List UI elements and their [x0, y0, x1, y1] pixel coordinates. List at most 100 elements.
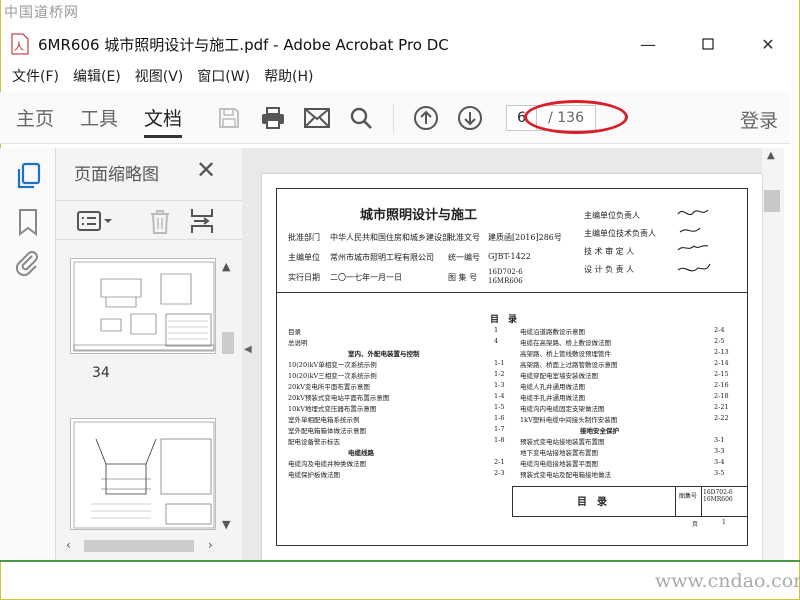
toc-entry-title: 电缆在高架路、桥上敷设做法图 [520, 339, 611, 347]
left-nav-strip [0, 148, 56, 560]
toc-entry-title: 高架路、桥面上过路管敷设示意图 [520, 361, 618, 369]
meta-label: 实行日期 [288, 273, 320, 282]
menu-help[interactable]: 帮助(H) [264, 66, 313, 86]
toc-entry-title: 电缆保护板做法图 [288, 471, 340, 479]
toc-entry-title: 20kV预装式变电站平面布置示意图 [288, 394, 390, 402]
minimize-button[interactable]: — [628, 30, 668, 58]
meta-value: 建质函[2016]286号 [488, 233, 562, 242]
bookmark-icon[interactable] [17, 208, 39, 240]
page-thumbnail[interactable] [70, 258, 216, 354]
toc-entry-page: 4 [494, 337, 499, 345]
meta-value: 二〇一七年一月一日 [330, 273, 402, 282]
toc-entry-title: 预装式变电站接地装置布置图 [520, 438, 605, 446]
toc-entry-page: 2-15 [714, 370, 729, 378]
toc-entry-page: 2-1 [494, 458, 505, 466]
red-highlight-oval [524, 100, 628, 134]
toc-heading: 目 录 [490, 315, 518, 325]
mail-icon[interactable] [302, 103, 332, 133]
menu-view[interactable]: 视图(V) [135, 66, 184, 86]
toc-entry-title: 电缆沟内电缆固定支架做法图 [520, 405, 605, 413]
toc-entry-page: 2-18 [714, 392, 729, 400]
titleblock-name: 目 录 [577, 497, 607, 508]
title-block: 目 录 图集号 16D702-6 16MR606 [512, 486, 748, 517]
login-button[interactable]: 登录 [740, 106, 778, 133]
watermark-bottom: www.cndao.com [655, 570, 800, 592]
meta-label: 批准文号 [448, 233, 480, 242]
meta-value: 中华人民共和国住房和城乡建设部 [330, 233, 450, 242]
panel-toolbar [56, 200, 242, 240]
tab-home[interactable]: 主页 [16, 92, 54, 144]
meta-label: 统一编号 [448, 253, 480, 262]
titleblock-label: 图集号 [679, 493, 698, 500]
close-window-button[interactable]: ✕ [748, 30, 788, 58]
toc-entry-page: 1-7 [494, 425, 505, 433]
page-thumbnails-icon[interactable] [16, 162, 42, 194]
close-panel-icon[interactable]: ✕ [196, 156, 216, 184]
toc-entry-title: 电缆手孔井通用做法图 [520, 394, 585, 402]
toc-entry-page: 2-22 [714, 414, 729, 422]
collapse-left-arrow[interactable]: ◀ [244, 344, 252, 355]
toc-entry-title: 室外单相配电箱系统示例 [288, 416, 360, 424]
meta-value: 16D702-6 16MR606 [488, 268, 523, 285]
meta-label: 批准部门 [288, 233, 320, 242]
meta-value: GJBT-1422 [488, 252, 531, 261]
toc-entry-title: 电缆沿道路敷设示意图 [520, 328, 585, 336]
panel-horizontal-scrollbar[interactable]: ‹ › [62, 536, 222, 556]
toc-entry-title: 地下变电站接地装置布置图 [520, 449, 598, 457]
meta-label: 主编单位 [288, 253, 320, 262]
search-icon[interactable] [346, 103, 376, 133]
svg-text:人: 人 [14, 41, 24, 53]
toc-entry-page: 1 [494, 326, 499, 334]
role-label: 主编单位技术负责人 [584, 229, 656, 238]
toc-entry-page: 2-5 [714, 337, 725, 345]
attachment-icon[interactable] [14, 248, 40, 280]
panel-title: 页面缩略图 [74, 165, 159, 185]
toc-entry-title: 电缆人孔井通用做法图 [520, 383, 585, 391]
titleblock-page: 1 [722, 519, 726, 526]
toc-entry-page: 2-14 [714, 359, 729, 367]
insert-page-icon[interactable] [190, 207, 214, 239]
toc-entry-title: 10(20)kV单相变一次系统示例 [288, 361, 377, 369]
toc-entry-page: 1-5 [494, 403, 505, 411]
toc-entry-title: 20kV变电所平面布置示意图 [288, 383, 370, 391]
save-icon[interactable] [214, 103, 244, 133]
toc-entry-page: 3-3 [714, 447, 725, 455]
tab-tools[interactable]: 工具 [80, 92, 118, 144]
toc-entry-page: 1-2 [494, 370, 505, 378]
page-thumbnail[interactable] [70, 418, 216, 530]
thumbnail-page-label: 34 [92, 365, 110, 381]
panel-vertical-scrollbar[interactable]: ▲ ▼ [220, 260, 236, 536]
toc-entry-title: 配电设备警示标志 [288, 438, 340, 446]
menu-edit[interactable]: 编辑(E) [73, 66, 121, 86]
toc-entry-page: 1-4 [494, 392, 505, 400]
title-bar: 人 6MR606 城市照明设计与施工.pdf - Adobe Acrobat P… [0, 26, 800, 62]
previous-page-icon[interactable] [411, 103, 441, 133]
menu-window[interactable]: 窗口(W) [197, 66, 250, 86]
menu-file[interactable]: 文件(F) [12, 66, 59, 86]
toc-entry-title: 电缆穿配电室墙安装做法图 [520, 372, 598, 380]
tab-document[interactable]: 文档 [144, 92, 183, 144]
watermark-top: 中国道桥网 [4, 5, 79, 21]
document-scrollbar[interactable]: ▲ [762, 148, 784, 560]
role-label: 设 计 负 责 人 [584, 265, 635, 274]
toc-entry-page: 1-1 [494, 359, 505, 367]
toc-entry-title: 目录 [288, 328, 301, 336]
maximize-button[interactable] [688, 30, 728, 58]
toc-entry-title: 10(20)kV三相变一次系统示例 [288, 372, 377, 380]
options-menu-icon[interactable] [76, 209, 114, 237]
next-page-icon[interactable] [455, 103, 485, 133]
toc-entry-title: 预装式变电站及配电箱接地做法 [520, 471, 611, 479]
maximize-icon [702, 38, 714, 50]
toc-entry-page: 2-4 [714, 326, 725, 334]
toc-entry-title: 电缆沟电缆接地装置平面图 [520, 460, 598, 468]
doc-title: 城市照明设计与施工 [360, 208, 478, 223]
header-divider [276, 292, 748, 293]
toc-entry-title: 室外配电箱箱体做法示意图 [288, 427, 366, 435]
toc-entry-page: 2-13 [714, 348, 729, 356]
toc-entry-page: 3-5 [714, 469, 725, 477]
toolbar: 主页 工具 文档 6 / 136 [0, 92, 790, 144]
delete-page-icon[interactable] [148, 209, 172, 239]
window-title: 6MR606 城市照明设计与施工.pdf - Adobe Acrobat Pro… [38, 35, 449, 54]
print-icon[interactable] [258, 103, 288, 133]
toc-entry-page: 3-4 [714, 458, 725, 466]
